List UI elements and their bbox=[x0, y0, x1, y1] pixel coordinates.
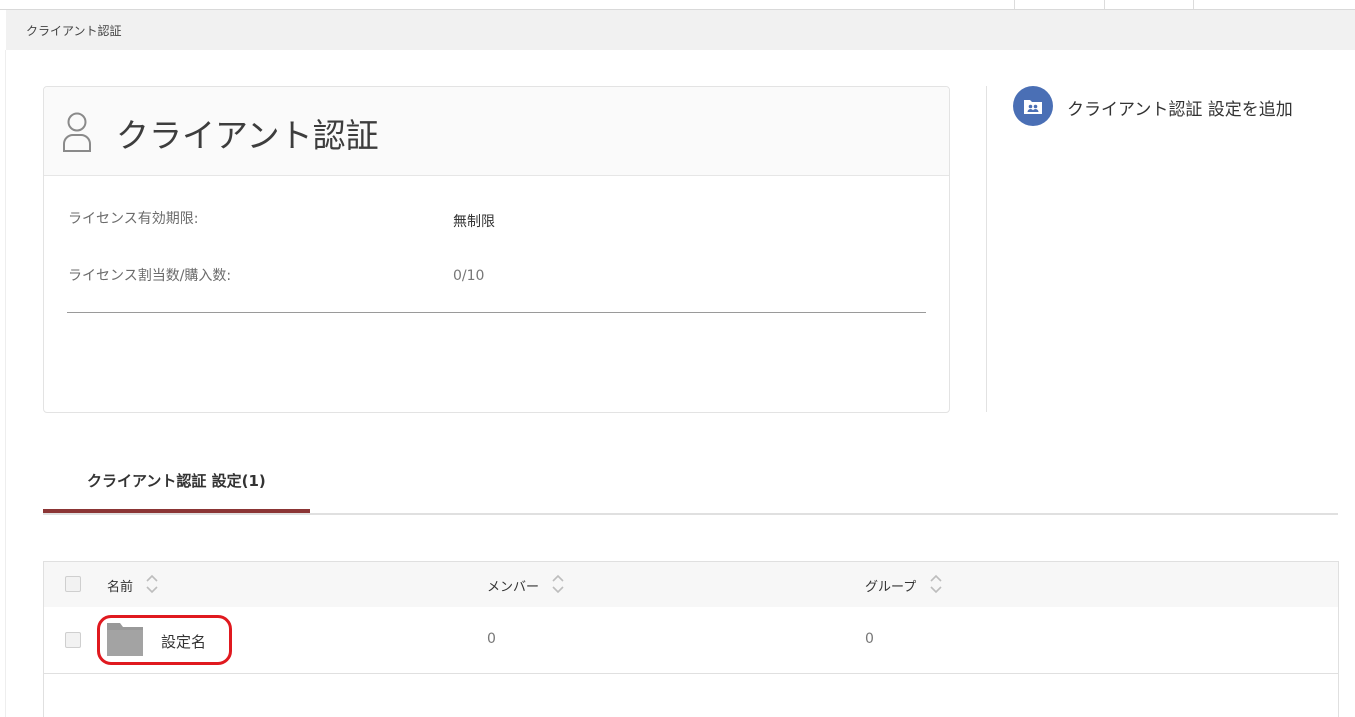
sort-icon[interactable] bbox=[145, 573, 159, 595]
add-setting-label[interactable]: クライアント認証 設定を追加 bbox=[1067, 95, 1293, 120]
add-group-folder-icon[interactable] bbox=[1013, 86, 1053, 126]
tab-client-auth-settings[interactable]: クライアント認証 設定(1) bbox=[43, 455, 310, 515]
table-row[interactable]: 設定名 0 0 bbox=[44, 607, 1338, 674]
table-header: 名前 メンバー グループ bbox=[44, 561, 1338, 608]
license-count-value: 0/10 bbox=[453, 268, 485, 284]
highlight-annotation bbox=[97, 615, 232, 665]
row-checkbox[interactable] bbox=[65, 632, 81, 648]
add-setting-button[interactable]: クライアント認証 設定を追加 bbox=[1013, 86, 1333, 126]
license-count-label: ライセンス割当数/購入数: bbox=[68, 268, 232, 284]
sort-icon[interactable] bbox=[929, 573, 943, 595]
column-header-name[interactable]: 名前 bbox=[107, 576, 133, 595]
members-count: 0 bbox=[487, 631, 496, 647]
user-icon bbox=[63, 112, 91, 152]
license-card: クライアント認証 ライセンス有効期限: 無制限 ライセンス割当数/購入数: 0/… bbox=[43, 86, 950, 413]
content-left-border bbox=[5, 50, 6, 717]
page-title: クライアント認証 bbox=[116, 116, 379, 155]
license-expiry-label: ライセンス有効期限: bbox=[68, 211, 199, 227]
top-bar-divider bbox=[1104, 0, 1105, 9]
column-header-groups[interactable]: グループ bbox=[865, 576, 916, 595]
vertical-divider bbox=[986, 86, 987, 412]
top-bar bbox=[0, 0, 1355, 10]
select-all-checkbox[interactable] bbox=[65, 576, 81, 592]
top-bar-divider bbox=[1193, 0, 1194, 9]
license-expiry-value: 無制限 bbox=[453, 214, 495, 230]
breadcrumb: クライアント認証 bbox=[26, 24, 122, 38]
tab-label[interactable]: クライアント認証 設定(1) bbox=[87, 470, 266, 491]
card-header: クライアント認証 bbox=[44, 87, 949, 176]
column-header-members[interactable]: メンバー bbox=[487, 576, 539, 595]
groups-count: 0 bbox=[865, 631, 874, 647]
breadcrumb-bar: クライアント認証 bbox=[6, 10, 1355, 50]
tabs-divider bbox=[43, 513, 1338, 515]
sort-icon[interactable] bbox=[551, 573, 565, 595]
top-bar-divider bbox=[1014, 0, 1015, 9]
card-divider bbox=[67, 312, 926, 313]
settings-table: 名前 メンバー グループ 設定名 0 0 bbox=[43, 561, 1339, 717]
